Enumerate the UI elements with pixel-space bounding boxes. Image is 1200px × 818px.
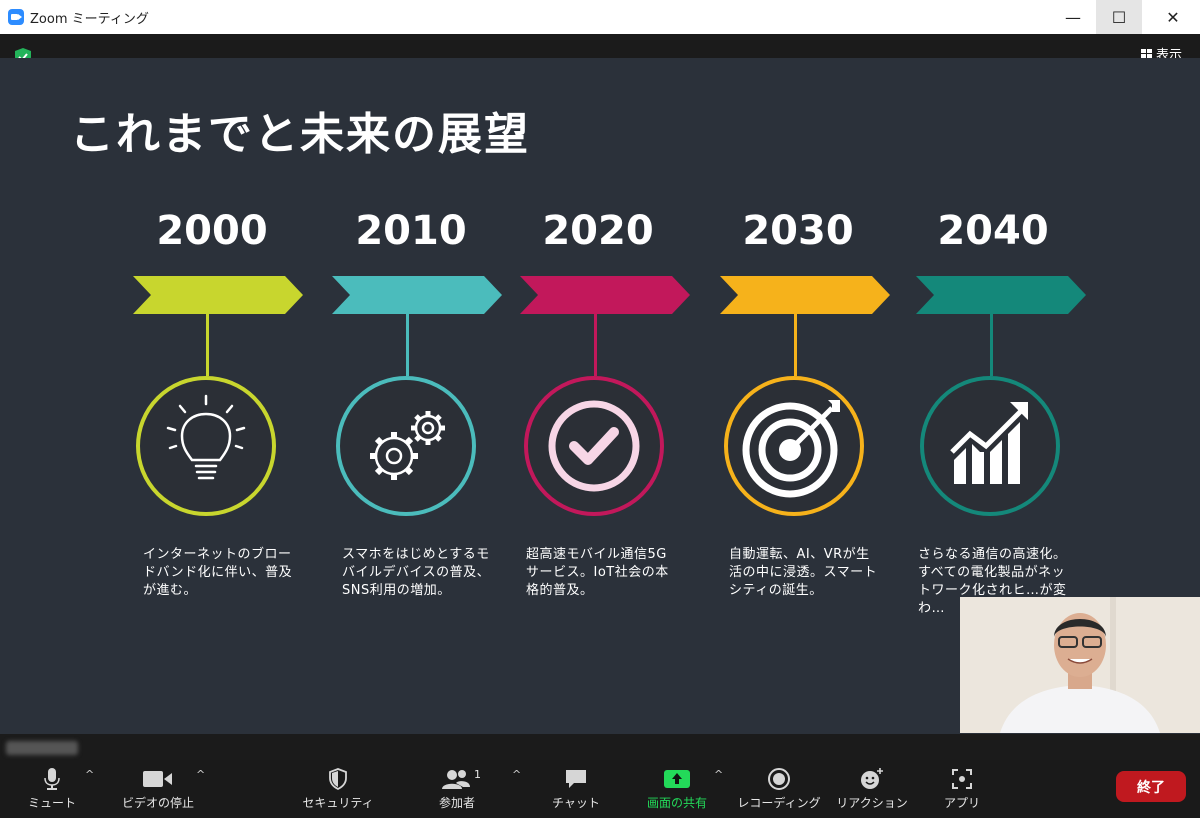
- chat-bubble-icon: [566, 770, 586, 788]
- record-label: レコーディング: [737, 796, 821, 810]
- mute-button[interactable]: ミュート: [26, 760, 78, 818]
- chat-button[interactable]: チャット: [548, 760, 604, 818]
- name-bar: [0, 734, 1200, 760]
- timeline-connector: [206, 314, 209, 376]
- slide-title: これまでと未来の展望: [70, 109, 530, 160]
- window-title: Zoom ミーティング: [30, 12, 149, 27]
- year-label: 2020: [542, 208, 654, 254]
- timeline-arrow: [332, 276, 502, 314]
- close-button[interactable]: ✕: [1150, 0, 1196, 34]
- reactions-button[interactable]: リアクション: [836, 760, 908, 818]
- growth-chart-icon: [950, 402, 1028, 484]
- reactions-label: リアクション: [836, 796, 908, 810]
- participants-count: 1: [474, 768, 481, 781]
- share-screen-label: 画面の共有: [646, 796, 707, 810]
- security-label: セキュリティ: [302, 796, 374, 810]
- participant-name-tag: [6, 741, 78, 755]
- maximize-button[interactable]: ☐: [1096, 0, 1142, 34]
- timeline-connector: [406, 314, 409, 376]
- record-button[interactable]: レコーディング: [737, 760, 821, 818]
- stop-video-button[interactable]: ビデオの停止: [118, 760, 198, 818]
- reaction-smiley-icon: [861, 768, 883, 789]
- audio-options-caret[interactable]: ^: [85, 768, 94, 781]
- target-icon: [742, 400, 840, 498]
- window-title-bar: Zoom ミーティング — ☐ ✕: [0, 0, 1200, 35]
- meeting-area: 表示 これまでと未来の展望 2000 インターネットのブロードバンド化に伴い、普…: [0, 34, 1200, 760]
- lightbulb-icon: [166, 394, 246, 480]
- year-label: 2040: [937, 208, 1049, 254]
- timeline-arrow: [916, 276, 1086, 314]
- year-label: 2030: [742, 208, 854, 254]
- milestone-circle: [920, 376, 1060, 516]
- grid-view-icon: [1140, 48, 1152, 59]
- checkmark-icon: [548, 400, 640, 492]
- end-meeting-button[interactable]: 終了: [1116, 771, 1186, 802]
- self-video-thumbnail[interactable]: [960, 597, 1200, 733]
- share-screen-button[interactable]: 画面の共有: [638, 760, 716, 818]
- meeting-toolbar: ミュート ^ ビデオの停止 ^ セキュリティ 参加者 1 ^ チャット 画面の共…: [0, 760, 1200, 818]
- minimize-button[interactable]: —: [1050, 0, 1096, 34]
- security-shield-icon: [329, 768, 347, 790]
- milestone-circle: [724, 376, 864, 516]
- chat-label: チャット: [552, 796, 600, 810]
- milestone-description: 超高速モバイル通信5Gサービス。IoT社会の本格的普及。: [526, 547, 669, 598]
- share-screen-icon: [664, 770, 690, 788]
- milestone-circle: [336, 376, 476, 516]
- milestone-description: 自動運転、AI、VRが生活の中に浸透。スマートシティの誕生。: [729, 547, 878, 598]
- timeline-connector: [794, 314, 797, 376]
- year-label: 2000: [156, 208, 268, 254]
- share-options-caret[interactable]: ^: [714, 768, 723, 781]
- participants-icon: [442, 770, 470, 789]
- mute-label: ミュート: [27, 796, 76, 810]
- milestone-circle: [136, 376, 276, 516]
- microphone-icon: [44, 768, 60, 790]
- apps-icon: [952, 769, 972, 789]
- record-icon: [768, 768, 790, 790]
- timeline-connector: [594, 314, 597, 376]
- participant-avatar: [960, 597, 1200, 733]
- timeline-arrow: [133, 276, 303, 314]
- timeline-connector: [990, 314, 993, 376]
- stop-video-label: ビデオの停止: [121, 796, 194, 810]
- milestone-description: インターネットのブロードバンド化に伴い、普及が進む。: [143, 547, 293, 598]
- security-button[interactable]: セキュリティ: [300, 760, 376, 818]
- participants-options-caret[interactable]: ^: [512, 768, 521, 781]
- video-camera-icon: [143, 771, 172, 787]
- apps-button[interactable]: アプリ: [936, 760, 988, 818]
- zoom-logo-icon: [8, 9, 24, 25]
- year-label: 2010: [355, 208, 467, 254]
- participants-label: 参加者: [438, 796, 475, 810]
- timeline-arrow: [520, 276, 690, 314]
- apps-label: アプリ: [943, 796, 980, 810]
- milestone-circle: [524, 376, 664, 516]
- milestone-description: スマホをはじめとするモバイルデバイスの普及、SNS利用の増加。: [342, 547, 491, 598]
- gears-icon: [370, 411, 445, 480]
- timeline-arrow: [720, 276, 890, 314]
- video-options-caret[interactable]: ^: [196, 768, 205, 781]
